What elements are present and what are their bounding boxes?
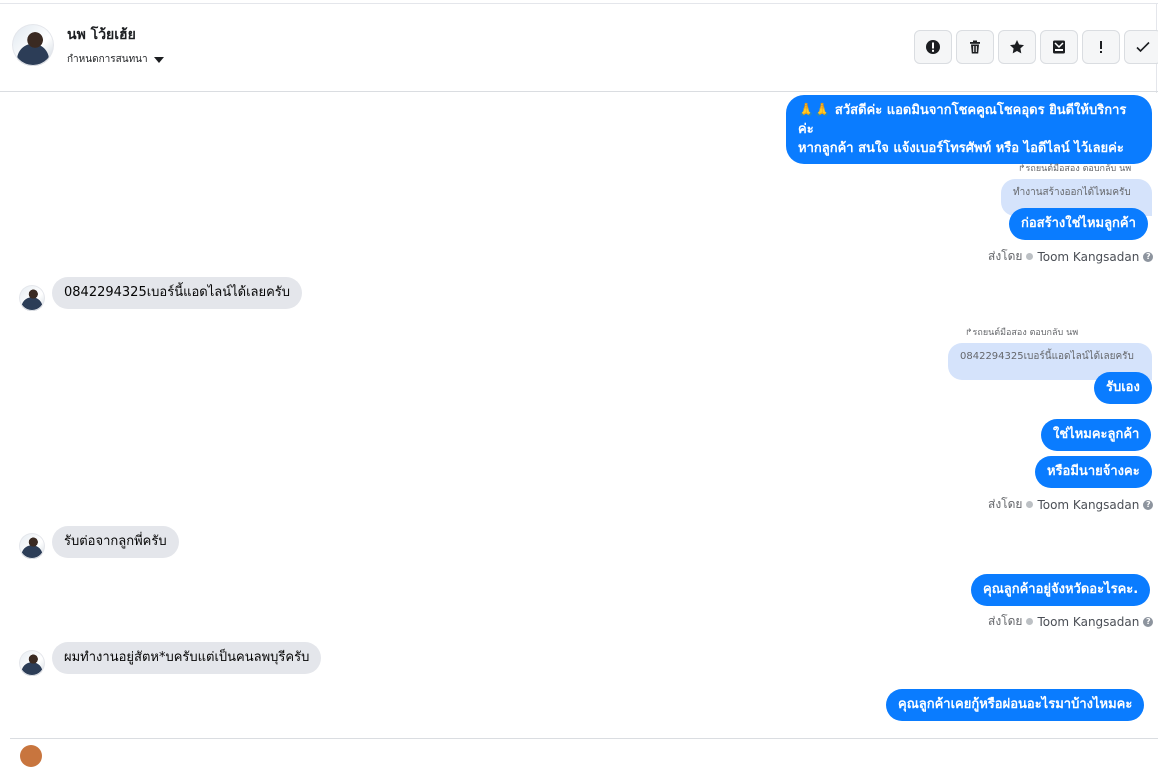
- agent-name[interactable]: Toom Kangsadan: [1037, 615, 1139, 629]
- message-composer[interactable]: [10, 738, 1158, 752]
- message-line: 🙏🙏 สวัสดีค่ะ แอดมินจากโชคคูณโชคอุดร ยินด…: [798, 103, 1127, 137]
- message-line: หากลูกค้า สนใจ แจ้งเบอร์โทรศัพท์ หรือ ไอ…: [798, 141, 1124, 156]
- sent-by-label: ส่งโดย: [988, 497, 1023, 511]
- agent-name[interactable]: Toom Kangsadan: [1037, 250, 1139, 264]
- star-button[interactable]: [998, 30, 1036, 64]
- outgoing-message[interactable]: คุณลูกค้าเคยกู้หรือผ่อนอะไรมาบ้างไหมคะ: [886, 689, 1145, 721]
- incoming-message[interactable]: 0842294325เบอร์นี้แอดไลน์ได้เลยครับ: [52, 277, 303, 309]
- outgoing-message[interactable]: ก่อสร้างใช่ไหมลูกค้า: [1009, 208, 1148, 240]
- sent-by-info: ส่งโดย Toom Kangsadan ?: [988, 495, 1154, 514]
- sent-by-label: ส่งโดย: [988, 249, 1023, 263]
- mark-done-button[interactable]: [1124, 30, 1158, 64]
- agent-status-icon: [1026, 618, 1034, 625]
- help-icon[interactable]: ?: [1143, 616, 1154, 627]
- outgoing-message[interactable]: หรือมีนายจ้างคะ: [1035, 456, 1152, 488]
- outgoing-message[interactable]: ใช่ไหมคะลูกค้า: [1041, 419, 1152, 451]
- sent-by-info: ส่งโดย Toom Kangsadan ?: [988, 612, 1154, 631]
- help-icon[interactable]: ?: [1143, 251, 1154, 262]
- conversation-toolbar: [914, 30, 1158, 64]
- assign-label: กำหนดการสนทนา: [67, 54, 148, 65]
- reply-label: ↱รถยนต์มือสอง ตอบกลับ นพ: [965, 328, 1079, 338]
- contact-avatar[interactable]: [12, 24, 54, 66]
- contact-avatar-small[interactable]: [19, 533, 45, 559]
- outgoing-message[interactable]: คุณลูกค้าอยู่จังหวัดอะไรคะ.: [971, 574, 1151, 606]
- outgoing-message[interactable]: 🙏🙏 สวัสดีค่ะ แอดมินจากโชคคูณโชคอุดร ยินด…: [786, 95, 1152, 164]
- exclamation-icon: [1100, 41, 1102, 53]
- check-icon: [1136, 41, 1150, 53]
- incoming-message[interactable]: รับต่อจากลูกพี่ครับ: [52, 526, 179, 558]
- help-icon[interactable]: ?: [1143, 499, 1154, 510]
- delete-button[interactable]: [956, 30, 994, 64]
- agent-name[interactable]: Toom Kangsadan: [1037, 498, 1139, 512]
- archive-icon: [1053, 40, 1065, 54]
- outgoing-message[interactable]: รับเอง: [1094, 372, 1152, 404]
- agent-status-icon: [1026, 501, 1034, 508]
- contact-name[interactable]: นพ โว้ยเฮ้ย: [67, 24, 136, 46]
- sent-by-label: ส่งโดย: [988, 614, 1023, 628]
- agent-status-icon: [1026, 253, 1034, 260]
- agent-avatar: [20, 745, 42, 767]
- contact-avatar-small[interactable]: [19, 650, 45, 676]
- incoming-message[interactable]: ผมทำงานอยู่สัตห*บครับแต่เป็นคนลพบุรีครับ: [52, 642, 322, 674]
- sent-by-info: ส่งโดย Toom Kangsadan ?: [988, 247, 1154, 266]
- reply-label: ↱รถยนต์มือสอง ตอบกลับ นพ: [1018, 164, 1132, 174]
- trash-icon: [970, 40, 980, 54]
- important-button[interactable]: [1082, 30, 1120, 64]
- caret-down-icon: [153, 56, 164, 63]
- star-icon: [1010, 40, 1024, 54]
- contact-avatar-small[interactable]: [19, 285, 45, 311]
- archive-button[interactable]: [1040, 30, 1078, 64]
- mark-spam-button[interactable]: [914, 30, 952, 64]
- assign-conversation-dropdown[interactable]: กำหนดการสนทนา: [67, 52, 164, 67]
- exclamation-circle-icon: [926, 40, 940, 54]
